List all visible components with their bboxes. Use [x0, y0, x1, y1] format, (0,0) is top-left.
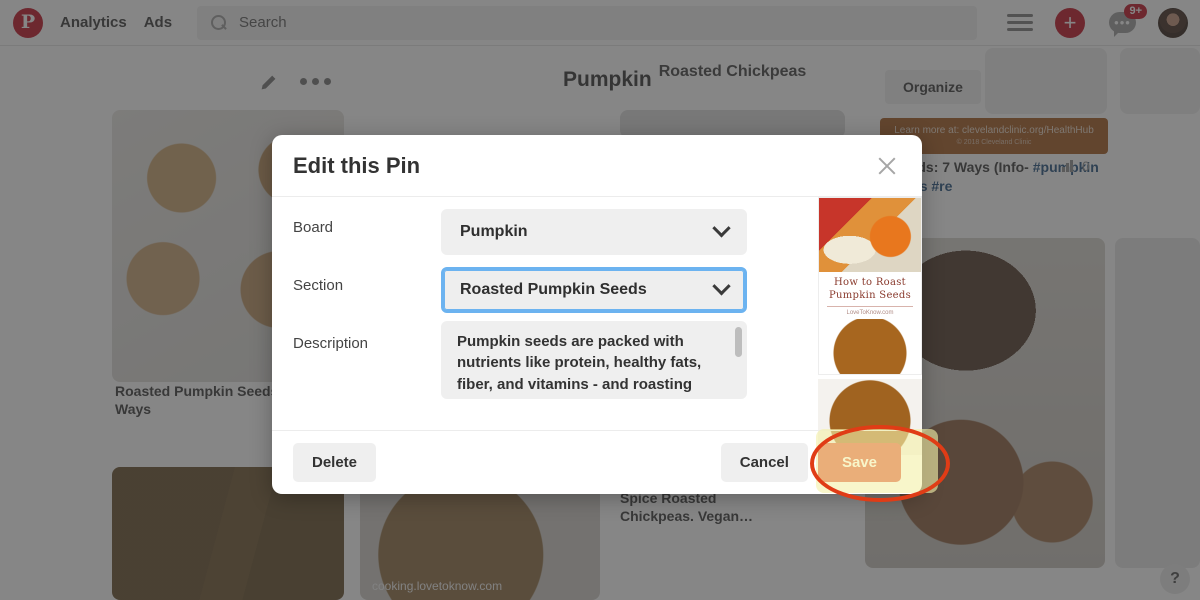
modal-footer: Delete Cancel Save: [272, 430, 922, 494]
chevron-down-icon: [712, 276, 731, 295]
board-row: Board Pumpkin: [293, 197, 901, 255]
thumbnail-headline-line2: Pumpkin Seeds: [828, 289, 912, 301]
board-select-value: Pumpkin: [460, 223, 528, 240]
description-scrollbar[interactable]: [735, 327, 742, 357]
section-select-value: Roasted Pumpkin Seeds: [460, 281, 647, 298]
description-label: Description: [293, 335, 369, 352]
chevron-down-icon: [712, 218, 731, 237]
thumbnail-headline-line1: How to Roast: [834, 277, 906, 288]
board-label: Board: [293, 219, 334, 236]
modal-header: Edit this Pin: [272, 135, 922, 197]
board-field: Pumpkin: [441, 197, 747, 255]
section-row: Section Roasted Pumpkin Seeds: [293, 255, 901, 313]
description-textarea[interactable]: Pumpkin seeds are packed with nutrients …: [441, 321, 747, 399]
thumbnail-source: LoveToKnow.com: [846, 310, 894, 316]
board-select[interactable]: Pumpkin: [441, 209, 747, 255]
cancel-button[interactable]: Cancel: [720, 443, 808, 482]
pin-thumbnails: How to Roast Pumpkin Seeds LoveToKnow.co…: [818, 197, 922, 455]
description-value: Pumpkin seeds are packed with nutrients …: [457, 333, 702, 399]
section-label: Section: [293, 277, 344, 294]
description-row: Description Pumpkin seeds are packed wit…: [293, 313, 901, 399]
edit-pin-modal: Edit this Pin Board Pumpkin Section Roas…: [272, 135, 922, 494]
modal-title: Edit this Pin: [293, 152, 421, 178]
thumbnail-divider: [827, 306, 913, 307]
thumbnail-photo-top: [819, 198, 921, 272]
section-field: Roasted Pumpkin Seeds: [441, 255, 747, 313]
section-select[interactable]: Roasted Pumpkin Seeds: [441, 267, 747, 313]
modal-body: Board Pumpkin Section Roasted Pumpkin Se…: [272, 197, 922, 455]
screen-root: P Analytics Ads Search + ••• 9+ cooking.…: [0, 0, 1200, 600]
pin-thumbnail-primary[interactable]: How to Roast Pumpkin Seeds LoveToKnow.co…: [818, 197, 922, 375]
thumbnail-headline: How to Roast Pumpkin Seeds: [819, 272, 921, 302]
thumbnail-photo-bottom: [819, 319, 921, 374]
close-icon[interactable]: [874, 153, 900, 179]
delete-button[interactable]: Delete: [293, 443, 377, 482]
footer-right-actions: Cancel Save: [720, 443, 901, 482]
description-field: Pumpkin seeds are packed with nutrients …: [441, 313, 747, 399]
save-button[interactable]: Save: [817, 443, 901, 482]
